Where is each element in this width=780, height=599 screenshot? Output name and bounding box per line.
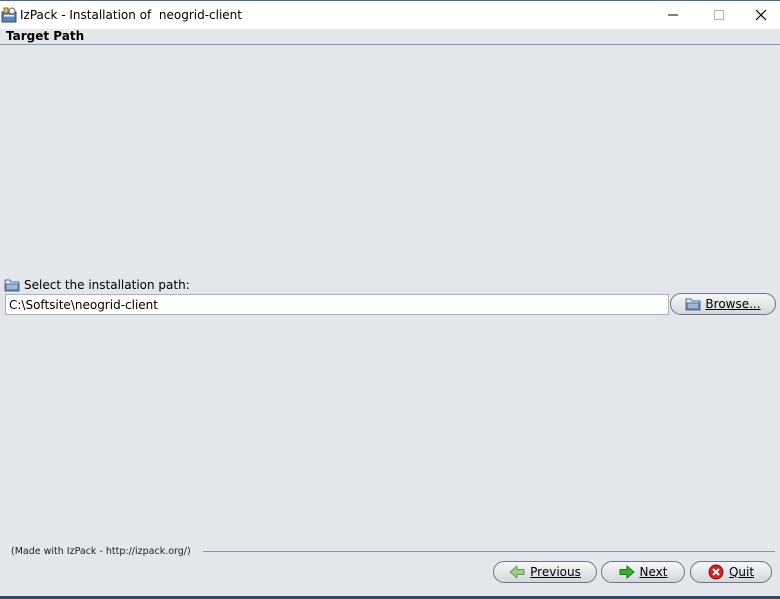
window-title: IzPack - Installation of neogrid-client bbox=[20, 8, 242, 22]
maximize-icon bbox=[714, 10, 724, 20]
panel-header: Target Path bbox=[0, 29, 780, 45]
made-with-label: (Made with IzPack - http://izpack.org/) bbox=[11, 546, 191, 557]
folder-icon bbox=[685, 298, 701, 311]
minimize-button[interactable] bbox=[650, 1, 696, 29]
footer-separator bbox=[203, 551, 775, 552]
panel-title: Target Path bbox=[6, 29, 85, 43]
close-icon bbox=[755, 9, 767, 21]
path-label-row: Select the installation path: bbox=[4, 277, 190, 293]
izpack-app-icon bbox=[1, 7, 17, 23]
browse-button[interactable]: Browse... bbox=[670, 293, 776, 315]
quit-label: Quit bbox=[728, 565, 755, 579]
previous-label: Previous bbox=[530, 565, 581, 579]
previous-button[interactable]: Previous bbox=[493, 561, 597, 583]
next-label: Next bbox=[639, 565, 668, 579]
folder-icon bbox=[4, 279, 20, 292]
next-button[interactable]: Next bbox=[601, 561, 685, 583]
path-label: Select the installation path: bbox=[24, 278, 190, 292]
quit-button[interactable]: Quit bbox=[690, 561, 772, 583]
maximize-button[interactable] bbox=[696, 1, 742, 29]
installation-path-input[interactable] bbox=[5, 294, 669, 315]
browse-label: Browse... bbox=[705, 297, 761, 311]
minimize-icon bbox=[668, 14, 678, 16]
quit-icon bbox=[708, 564, 724, 580]
arrow-left-icon bbox=[509, 565, 525, 579]
close-button[interactable] bbox=[738, 1, 780, 29]
arrow-right-icon bbox=[619, 565, 635, 579]
window-titlebar: IzPack - Installation of neogrid-client bbox=[0, 0, 780, 29]
